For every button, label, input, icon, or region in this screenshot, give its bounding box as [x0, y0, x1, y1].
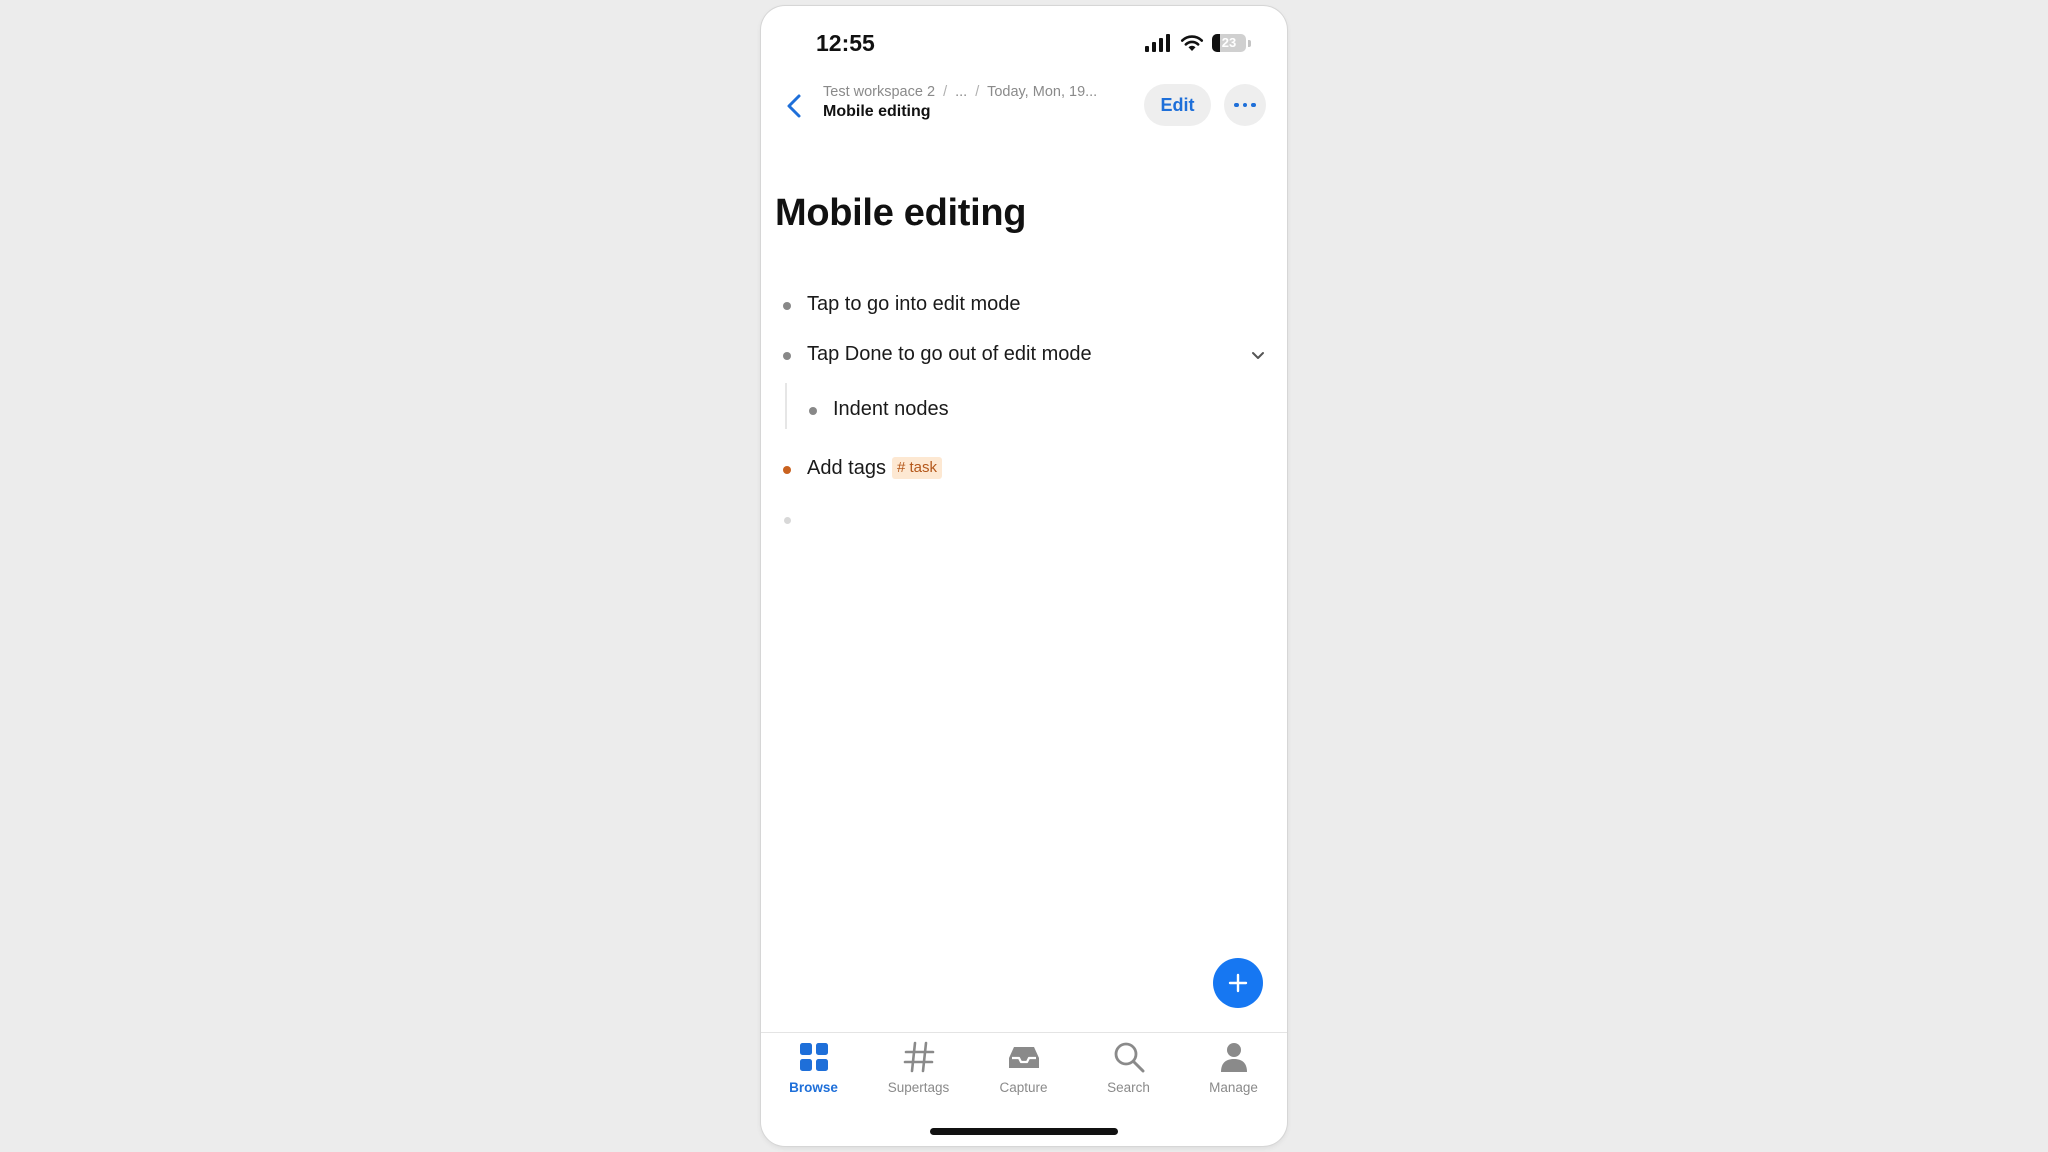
outline-node-child[interactable]: Indent nodes	[761, 390, 1287, 430]
tab-label: Manage	[1209, 1080, 1258, 1095]
tab-capture[interactable]: Capture	[971, 1033, 1076, 1103]
tab-manage[interactable]: Manage	[1181, 1033, 1286, 1103]
chevron-down-icon	[1252, 352, 1264, 359]
node-bullet-tagged[interactable]	[783, 466, 791, 474]
node-text-with-tag: Add tags # task	[807, 457, 942, 480]
inbox-icon	[1009, 1047, 1039, 1068]
nav-header: Test workspace 2 / ... / Today, Mon, 19.…	[761, 78, 1287, 134]
tab-label: Search	[1107, 1080, 1150, 1095]
breadcrumb-item-date[interactable]: Today, Mon, 19...	[987, 84, 1097, 100]
battery-percent: 23	[1221, 35, 1237, 50]
back-button[interactable]	[779, 90, 811, 122]
add-node-button[interactable]	[1213, 958, 1263, 1008]
status-icons: 23	[1144, 34, 1251, 52]
page-title: Mobile editing	[775, 192, 1027, 234]
outline-node-empty[interactable]	[761, 500, 1287, 540]
outline-node[interactable]: Tap Done to go out of edit mode	[761, 336, 1287, 376]
node-text[interactable]: Tap to go into edit mode	[807, 293, 1020, 316]
tab-browse[interactable]: Browse	[761, 1033, 866, 1103]
status-time: 12:55	[816, 30, 875, 56]
phone-screen: 12:55 23 Test workspace 2 / ... / Today,…	[761, 6, 1287, 1146]
hashtag-icon	[903, 1041, 935, 1073]
tab-bar: Browse Supertags Capture Search Manage	[761, 1032, 1287, 1117]
chevron-left-icon	[787, 94, 801, 118]
tab-label: Capture	[999, 1080, 1048, 1095]
tab-label: Supertags	[887, 1080, 950, 1095]
node-bullet[interactable]	[783, 352, 791, 360]
search-icon	[1114, 1042, 1145, 1073]
tab-search[interactable]: Search	[1076, 1033, 1181, 1103]
outline-node[interactable]: Add tags # task	[761, 450, 1287, 490]
outline-node[interactable]: Tap to go into edit mode	[761, 286, 1287, 326]
grid-icon	[800, 1043, 828, 1071]
home-indicator[interactable]	[930, 1128, 1118, 1135]
edit-button[interactable]: Edit	[1144, 84, 1211, 126]
node-bullet[interactable]	[783, 302, 791, 310]
tab-supertags[interactable]: Supertags	[866, 1033, 971, 1103]
node-text[interactable]: Add tags	[807, 457, 886, 479]
battery-cap	[1248, 39, 1251, 47]
more-button[interactable]	[1224, 84, 1266, 126]
breadcrumb-path: Test workspace 2 / ... / Today, Mon, 19.…	[823, 84, 1123, 100]
status-bar: 12:55 23	[761, 6, 1287, 76]
breadcrumb-separator: /	[975, 84, 980, 100]
breadcrumb-separator: /	[943, 84, 948, 100]
breadcrumb-item-ellipsis[interactable]: ...	[955, 84, 967, 100]
wifi-icon	[1180, 35, 1204, 51]
node-text[interactable]: Indent nodes	[833, 398, 949, 421]
node-text[interactable]: Tap Done to go out of edit mode	[807, 343, 1092, 366]
collapse-toggle[interactable]	[1249, 346, 1267, 364]
plus-icon	[1228, 973, 1248, 993]
supertag-chip[interactable]: # task	[891, 457, 942, 479]
breadcrumb: Test workspace 2 / ... / Today, Mon, 19.…	[823, 84, 1123, 121]
more-horizontal-icon	[1224, 84, 1266, 126]
tab-label: Browse	[789, 1080, 838, 1095]
signal-icon	[1145, 34, 1170, 52]
node-bullet-empty[interactable]	[784, 517, 791, 524]
breadcrumb-item-workspace[interactable]: Test workspace 2	[823, 84, 935, 100]
battery-icon: 23	[1212, 34, 1246, 52]
breadcrumb-current-title: Mobile editing	[823, 103, 931, 120]
person-icon	[1221, 1043, 1247, 1072]
node-bullet[interactable]	[809, 407, 817, 415]
